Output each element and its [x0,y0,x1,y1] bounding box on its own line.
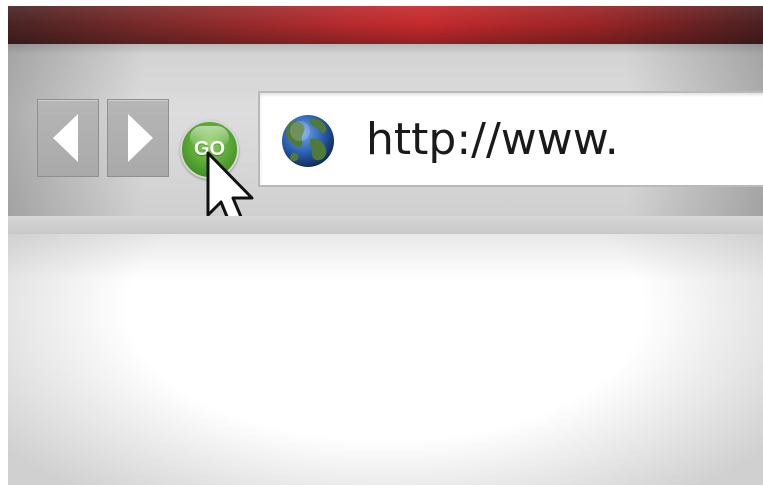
back-arrow-icon [53,114,78,162]
title-bar [8,6,763,44]
browser-window: http://www. GO [8,6,763,485]
forward-button[interactable] [107,99,169,177]
address-bar[interactable]: http://www. [258,91,763,187]
toolbar-divider [8,216,763,234]
url-input[interactable]: http://www. [366,113,619,167]
globe-icon [282,115,334,167]
page-content [8,234,763,485]
back-button[interactable] [37,99,99,177]
forward-arrow-icon [128,114,153,162]
